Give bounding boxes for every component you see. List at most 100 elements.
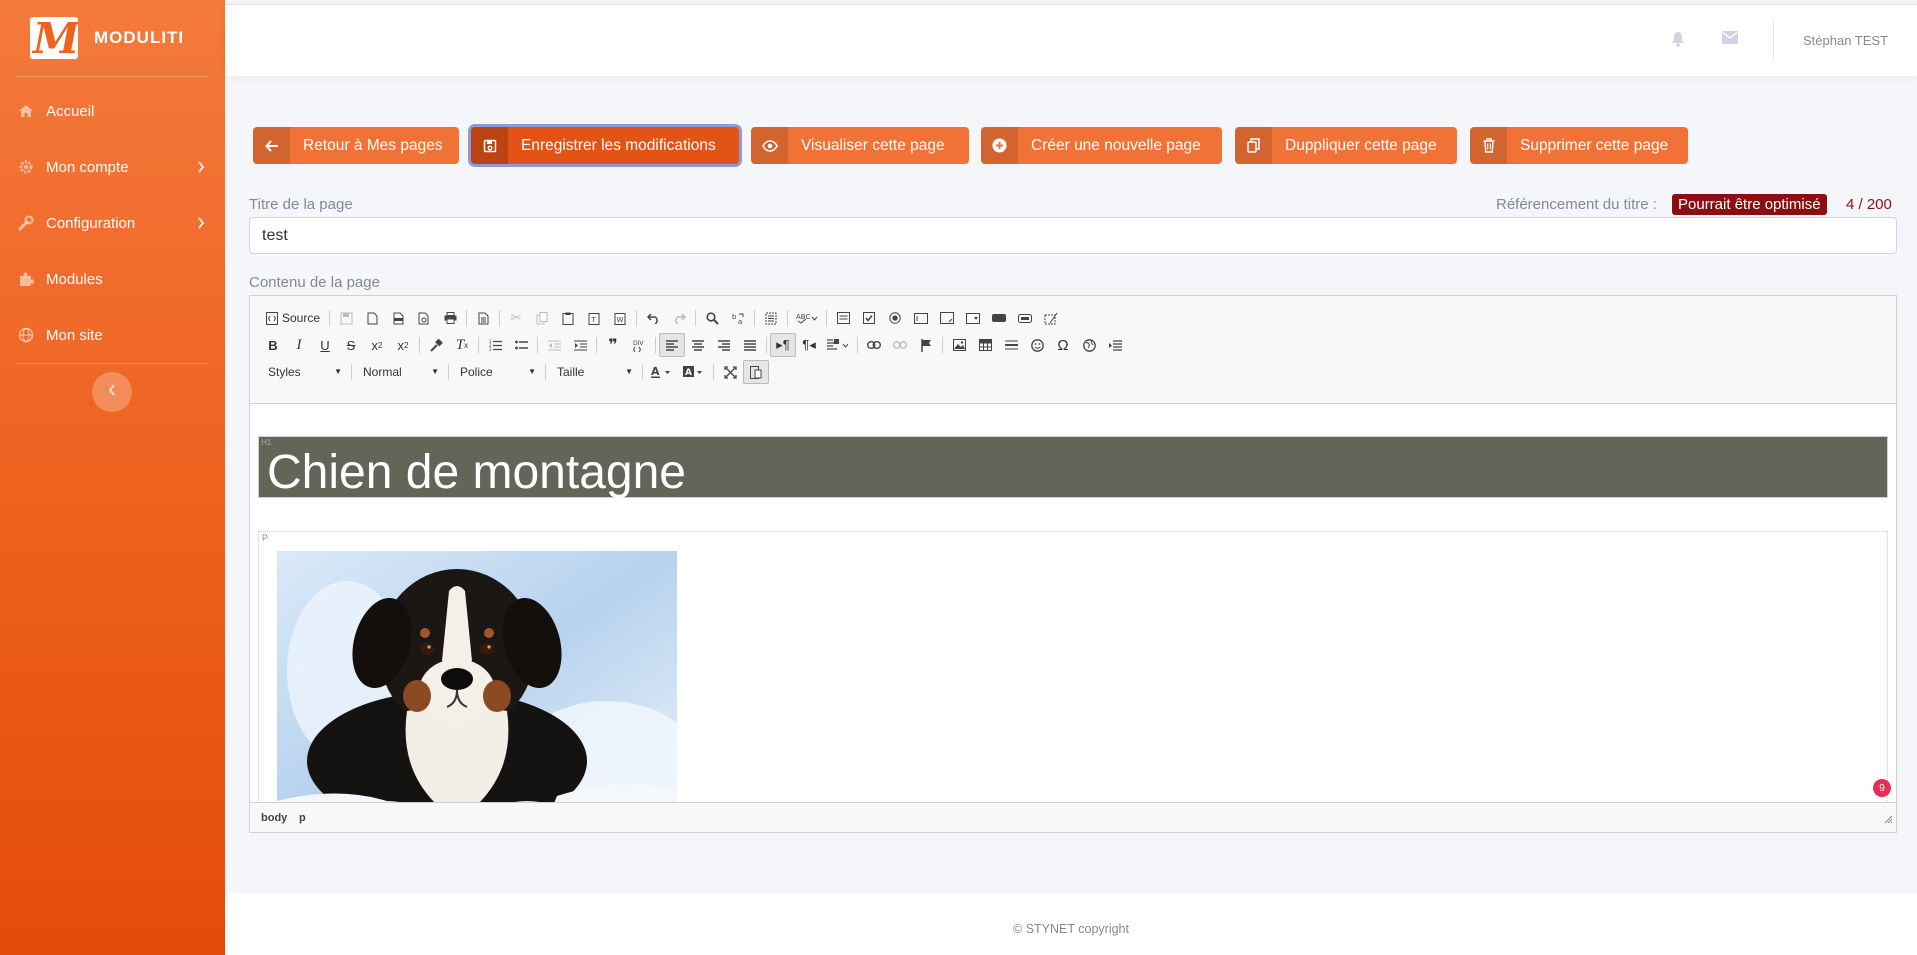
resize-handle-icon[interactable] bbox=[1884, 811, 1893, 829]
back-to-pages-button[interactable]: Retour à Mes pages bbox=[253, 127, 459, 164]
envelope-icon[interactable] bbox=[1722, 31, 1738, 49]
format-combo[interactable]: Normal ▼ bbox=[355, 360, 445, 384]
align-right-icon[interactable] bbox=[711, 333, 737, 357]
indent-icon[interactable] bbox=[567, 333, 593, 357]
replace-icon[interactable]: ba bbox=[725, 306, 751, 330]
user-name[interactable]: Stéphan TEST bbox=[1803, 33, 1888, 48]
image-button-icon[interactable] bbox=[1012, 306, 1038, 330]
notification-count-badge[interactable]: 9 bbox=[1873, 779, 1891, 797]
text-field-icon[interactable] bbox=[908, 306, 934, 330]
italic-icon[interactable]: I bbox=[286, 333, 312, 357]
ltr-text-icon[interactable]: ▸¶ bbox=[770, 333, 796, 357]
image-icon[interactable] bbox=[946, 333, 972, 357]
special-char-icon[interactable]: Ω bbox=[1050, 333, 1076, 357]
superscript-icon[interactable]: x2 bbox=[390, 333, 416, 357]
sidebar: M MODULITI Accueil Mon compte Configurat… bbox=[0, 0, 225, 955]
page-title-input[interactable] bbox=[249, 217, 1897, 254]
font-combo[interactable]: Police ▼ bbox=[452, 360, 542, 384]
editor-content-area[interactable]: H1 Chien de montagne P 9 bbox=[250, 404, 1896, 803]
radio-icon[interactable] bbox=[882, 306, 908, 330]
new-page-icon[interactable] bbox=[359, 306, 385, 330]
numbered-list-icon[interactable]: 123 bbox=[482, 333, 508, 357]
find-icon[interactable] bbox=[699, 306, 725, 330]
floppy-icon bbox=[471, 127, 508, 164]
button-field-icon[interactable] bbox=[986, 306, 1012, 330]
spellcheck-icon[interactable]: ABC bbox=[791, 306, 823, 330]
dog-image[interactable] bbox=[277, 551, 677, 803]
paste-text-icon[interactable]: T bbox=[581, 306, 607, 330]
rtl-text-icon[interactable]: ¶◂ bbox=[796, 333, 822, 357]
arrow-left-icon bbox=[253, 127, 290, 164]
div-container-icon[interactable]: DIV bbox=[626, 333, 652, 357]
source-button[interactable]: Source bbox=[260, 306, 326, 330]
horizontal-line-icon[interactable] bbox=[998, 333, 1024, 357]
brand[interactable]: M MODULITI bbox=[0, 0, 225, 76]
globe-icon bbox=[18, 327, 34, 343]
sidebar-item-label: Mon compte bbox=[46, 158, 129, 176]
copy-text-icon[interactable] bbox=[529, 306, 555, 330]
outdent-icon[interactable] bbox=[541, 333, 567, 357]
subscript-icon[interactable]: x2 bbox=[364, 333, 390, 357]
export-pdf-icon[interactable] bbox=[385, 306, 411, 330]
templates-icon[interactable] bbox=[470, 306, 496, 330]
show-blocks-icon[interactable] bbox=[743, 360, 769, 384]
underline-icon[interactable]: U bbox=[312, 333, 338, 357]
language-icon[interactable] bbox=[822, 333, 854, 357]
undo-icon[interactable] bbox=[640, 306, 666, 330]
text-color-icon[interactable]: A bbox=[646, 360, 678, 384]
size-combo[interactable]: Taille ▼ bbox=[549, 360, 639, 384]
justify-icon[interactable] bbox=[737, 333, 763, 357]
maximize-icon[interactable] bbox=[717, 360, 743, 384]
path-item-body[interactable]: body bbox=[261, 812, 287, 824]
paragraph-block[interactable]: P bbox=[258, 531, 1888, 803]
save-doc-icon[interactable] bbox=[333, 306, 359, 330]
select-field-icon[interactable] bbox=[960, 306, 986, 330]
select-all-icon[interactable] bbox=[758, 306, 784, 330]
sidebar-item-mon-compte[interactable]: Mon compte bbox=[0, 139, 225, 195]
duplicate-page-button[interactable]: Duppliquer cette page bbox=[1235, 127, 1457, 164]
blockquote-icon[interactable]: ❞ bbox=[600, 333, 626, 357]
preview-icon[interactable] bbox=[411, 306, 437, 330]
table-icon[interactable] bbox=[972, 333, 998, 357]
sidebar-item-modules[interactable]: Modules bbox=[0, 251, 225, 307]
bullet-list-icon[interactable] bbox=[508, 333, 534, 357]
unlink-icon[interactable] bbox=[887, 333, 913, 357]
textarea-icon[interactable] bbox=[934, 306, 960, 330]
copy-icon bbox=[1235, 127, 1272, 164]
redo-icon[interactable] bbox=[666, 306, 692, 330]
heading-block[interactable]: H1 Chien de montagne bbox=[258, 436, 1888, 500]
align-center-icon[interactable] bbox=[685, 333, 711, 357]
sidebar-divider bbox=[16, 363, 209, 364]
background-color-icon[interactable]: A bbox=[678, 360, 710, 384]
bold-icon[interactable]: B bbox=[260, 333, 286, 357]
cut-icon[interactable]: ✂ bbox=[503, 306, 529, 330]
iframe-globe-icon[interactable] bbox=[1076, 333, 1102, 357]
anchor-flag-icon[interactable] bbox=[913, 333, 939, 357]
heading-text[interactable]: Chien de montagne bbox=[267, 445, 686, 500]
hidden-field-icon[interactable] bbox=[1038, 306, 1064, 330]
bell-icon[interactable] bbox=[1671, 31, 1685, 52]
copy-format-icon[interactable] bbox=[423, 333, 449, 357]
form-icon[interactable] bbox=[830, 306, 856, 330]
sidebar-item-configuration[interactable]: Configuration bbox=[0, 195, 225, 251]
align-left-icon[interactable] bbox=[659, 333, 685, 357]
save-changes-button[interactable]: Enregistrer les modifications bbox=[471, 127, 739, 164]
view-page-button[interactable]: Visualiser cette page bbox=[751, 127, 969, 164]
page-break-icon[interactable] bbox=[1102, 333, 1128, 357]
delete-page-button[interactable]: Supprimer cette page bbox=[1470, 127, 1688, 164]
paste-word-icon[interactable]: W bbox=[607, 306, 633, 330]
link-icon[interactable] bbox=[861, 333, 887, 357]
path-item-p[interactable]: p bbox=[299, 812, 306, 824]
strikethrough-icon[interactable]: S bbox=[338, 333, 364, 357]
checkbox-icon[interactable] bbox=[856, 306, 882, 330]
print-icon[interactable] bbox=[437, 306, 463, 330]
paste-icon[interactable] bbox=[555, 306, 581, 330]
create-page-button[interactable]: Créer une nouvelle page bbox=[981, 127, 1222, 164]
sidebar-item-mon-site[interactable]: Mon site bbox=[0, 307, 225, 363]
styles-combo[interactable]: Styles ▼ bbox=[260, 360, 348, 384]
smiley-icon[interactable] bbox=[1024, 333, 1050, 357]
footer: © STYNET copyright bbox=[225, 893, 1917, 955]
remove-format-icon[interactable]: Tx bbox=[449, 333, 475, 357]
sidebar-toggle-button[interactable] bbox=[92, 372, 132, 412]
sidebar-item-accueil[interactable]: Accueil bbox=[0, 83, 225, 139]
